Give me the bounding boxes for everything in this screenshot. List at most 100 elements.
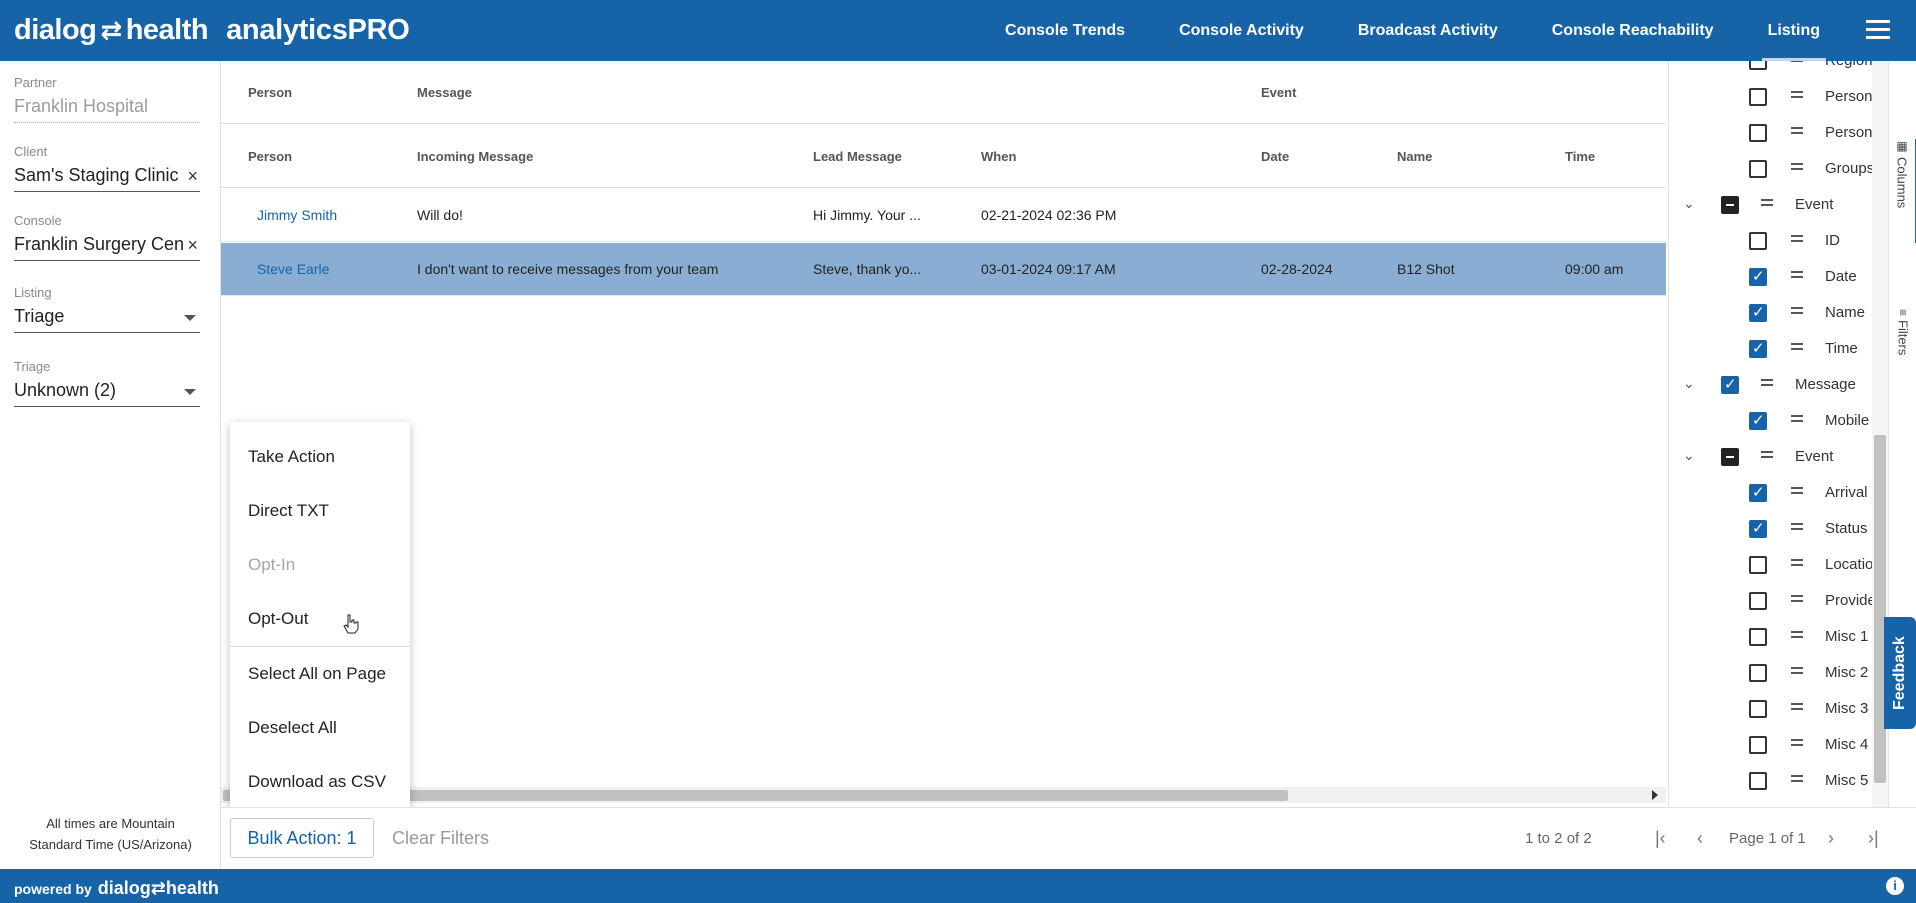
column-header-time[interactable]: Time — [1565, 149, 1595, 164]
clear-filters-button[interactable]: Clear Filters — [392, 828, 489, 849]
drag-handle-icon[interactable] — [1791, 775, 1803, 782]
hamburger-menu-icon[interactable] — [1866, 20, 1890, 40]
column-item[interactable]: Person — [1669, 79, 1878, 115]
drag-handle-icon[interactable] — [1791, 739, 1803, 746]
column-item[interactable]: Misc 2 — [1669, 655, 1878, 691]
column-checkbox[interactable] — [1749, 160, 1767, 178]
tab-columns[interactable]: ▦ Columns — [1889, 139, 1916, 243]
scroll-right-arrow-icon[interactable] — [1652, 790, 1658, 800]
bulk-action-button[interactable]: Bulk Action: 1 — [230, 818, 374, 858]
columns-panel-scrollbar-thumb[interactable] — [1874, 435, 1886, 783]
column-checkbox[interactable] — [1749, 772, 1767, 790]
chevron-down-icon[interactable]: ⌄ — [1683, 375, 1695, 392]
group-checkbox[interactable] — [1721, 448, 1739, 466]
nav-console-activity[interactable]: Console Activity — [1179, 0, 1304, 61]
menu-item-deselect-all[interactable]: Deselect All — [248, 718, 337, 738]
previous-page-icon[interactable]: ‹ — [1697, 828, 1703, 849]
drag-handle-icon[interactable] — [1791, 595, 1803, 602]
drag-handle-icon[interactable] — [1791, 415, 1803, 422]
horizontal-scrollbar[interactable] — [221, 787, 1666, 803]
column-checkbox[interactable] — [1749, 700, 1767, 718]
client-input[interactable]: Sam's Staging Clinic × — [14, 165, 200, 192]
column-group[interactable]: ⌄ Event — [1669, 439, 1878, 475]
group-checkbox[interactable] — [1721, 196, 1739, 214]
column-header-name[interactable]: Name — [1397, 149, 1432, 164]
column-item[interactable]: Misc 1 — [1669, 619, 1878, 655]
drag-handle-icon[interactable] — [1791, 523, 1803, 530]
chevron-down-icon[interactable]: ⌄ — [1683, 195, 1695, 212]
table-row[interactable]: Jimmy Smith Will do! Hi Jimmy. Your ... … — [221, 189, 1666, 242]
column-checkbox[interactable] — [1749, 556, 1767, 574]
column-item[interactable]: Name — [1669, 295, 1878, 331]
column-checkbox[interactable] — [1749, 61, 1767, 70]
drag-handle-icon[interactable] — [1791, 127, 1803, 134]
drag-handle-icon[interactable] — [1791, 631, 1803, 638]
drag-handle-icon[interactable] — [1791, 703, 1803, 710]
column-checkbox[interactable] — [1749, 88, 1767, 106]
column-item[interactable]: Misc 4 — [1669, 727, 1878, 763]
listing-select[interactable]: Triage — [14, 306, 200, 333]
column-checkbox[interactable] — [1749, 628, 1767, 646]
column-checkbox[interactable] — [1749, 339, 1767, 358]
column-header-person[interactable]: Person — [248, 149, 292, 164]
last-page-icon[interactable]: ›| — [1868, 828, 1879, 849]
column-checkbox[interactable] — [1749, 519, 1767, 538]
nav-broadcast-activity[interactable]: Broadcast Activity — [1358, 0, 1498, 61]
person-link[interactable]: Steve Earle — [257, 261, 329, 277]
nav-listing[interactable]: Listing — [1761, 0, 1827, 61]
drag-handle-icon[interactable] — [1791, 307, 1803, 314]
table-row-selected[interactable]: Steve Earle I don't want to receive mess… — [221, 243, 1666, 296]
drag-handle-icon[interactable] — [1791, 343, 1803, 350]
column-item[interactable]: Status — [1669, 511, 1878, 547]
column-checkbox[interactable] — [1749, 124, 1767, 142]
drag-handle-icon[interactable] — [1761, 379, 1773, 386]
first-page-icon[interactable]: |‹ — [1655, 828, 1666, 849]
client-clear-icon[interactable]: × — [187, 166, 198, 187]
column-checkbox[interactable] — [1749, 664, 1767, 682]
column-item[interactable]: Misc 5 — [1669, 763, 1878, 799]
column-item[interactable]: Person — [1669, 115, 1878, 151]
menu-item-take-action[interactable]: Take Action — [248, 447, 335, 467]
drag-handle-icon[interactable] — [1791, 163, 1803, 170]
console-clear-icon[interactable]: × — [187, 235, 198, 256]
column-item[interactable]: ID — [1669, 223, 1878, 259]
column-checkbox[interactable] — [1749, 411, 1767, 430]
group-checkbox[interactable] — [1721, 375, 1739, 394]
menu-item-direct-txt[interactable]: Direct TXT — [248, 501, 329, 521]
column-header-lead-message[interactable]: Lead Message — [813, 149, 902, 164]
menu-item-download-csv[interactable]: Download as CSV — [248, 772, 386, 792]
column-group[interactable]: ⌄ Event — [1669, 187, 1878, 223]
triage-select[interactable]: Unknown (2) — [14, 380, 200, 407]
feedback-button[interactable]: Feedback — [1884, 617, 1916, 729]
column-checkbox[interactable] — [1749, 303, 1767, 322]
person-link[interactable]: Jimmy Smith — [257, 207, 337, 223]
drag-handle-icon[interactable] — [1791, 559, 1803, 566]
column-header-date[interactable]: Date — [1261, 149, 1289, 164]
drag-handle-icon[interactable] — [1791, 271, 1803, 278]
column-header-when[interactable]: When — [981, 149, 1016, 164]
column-item[interactable]: Provide — [1669, 583, 1878, 619]
column-item[interactable]: Mobile — [1669, 403, 1878, 439]
drag-handle-icon[interactable] — [1791, 91, 1803, 98]
drag-handle-icon[interactable] — [1791, 235, 1803, 242]
drag-handle-icon[interactable] — [1791, 667, 1803, 674]
menu-item-select-all-on-page[interactable]: Select All on Page — [248, 664, 386, 684]
drag-handle-icon[interactable] — [1761, 199, 1773, 206]
column-item[interactable]: Date — [1669, 259, 1878, 295]
next-page-icon[interactable]: › — [1828, 828, 1834, 849]
drag-handle-icon[interactable] — [1791, 61, 1803, 62]
column-item[interactable]: Arrival — [1669, 475, 1878, 511]
nav-console-reachability[interactable]: Console Reachability — [1552, 0, 1714, 61]
column-item[interactable]: Region — [1669, 61, 1878, 79]
drag-handle-icon[interactable] — [1761, 451, 1773, 458]
column-checkbox[interactable] — [1749, 483, 1767, 502]
column-item[interactable]: Time — [1669, 331, 1878, 367]
menu-item-opt-out[interactable]: Opt-Out — [248, 609, 308, 629]
tab-filters[interactable]: ≡ Filters — [1889, 309, 1916, 389]
column-item[interactable]: Locatio — [1669, 547, 1878, 583]
column-checkbox[interactable] — [1749, 267, 1767, 286]
column-group[interactable]: ⌄ Message — [1669, 367, 1878, 403]
column-header-incoming-message[interactable]: Incoming Message — [417, 149, 533, 164]
column-item[interactable]: Groups — [1669, 151, 1878, 187]
drag-handle-icon[interactable] — [1791, 487, 1803, 494]
